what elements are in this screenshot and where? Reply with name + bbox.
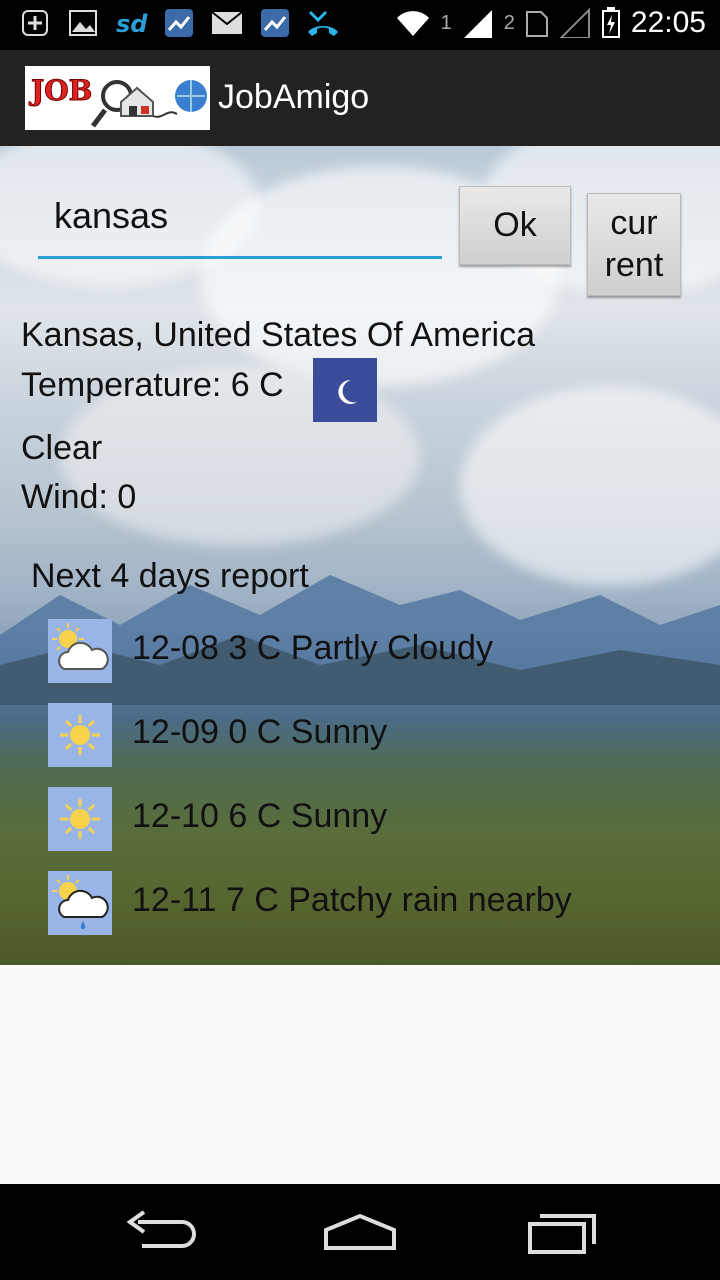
forecast-text: 12-09 0 C Sunny <box>132 713 388 751</box>
missed-call-icon <box>306 6 340 40</box>
forecast-text: 12-08 3 C Partly Cloudy <box>132 629 493 667</box>
navigation-bar <box>0 1184 720 1280</box>
chart-icon <box>258 6 292 40</box>
notification-icons: sd <box>18 6 340 40</box>
sim1-label: 1 <box>440 11 452 34</box>
add-icon <box>18 6 52 40</box>
current-button-line2: rent <box>604 246 664 284</box>
current-location-button[interactable]: cur rent <box>587 193 681 296</box>
patchy-rain-icon <box>48 871 112 935</box>
status-bar: sd 1 2 22:05 <box>0 0 720 50</box>
city-search-input[interactable] <box>38 186 444 246</box>
svg-text:sd: sd <box>116 10 148 38</box>
recent-apps-icon[interactable] <box>522 1208 602 1256</box>
forecast-item: 12-10 6 C Sunny <box>48 787 688 851</box>
signal-icon <box>559 8 590 38</box>
current-button-line1: cur <box>610 204 658 242</box>
moon-icon <box>313 358 377 422</box>
app-title: JobAmigo <box>218 78 370 116</box>
sunny-icon <box>48 787 112 851</box>
partly-cloudy-icon <box>48 619 112 683</box>
location-label: Kansas, United States Of America <box>21 316 536 354</box>
forecast-item: 12-09 0 C Sunny <box>48 703 688 767</box>
forecast-heading: Next 4 days report <box>31 557 309 595</box>
wifi-icon <box>396 11 429 36</box>
back-icon[interactable] <box>120 1208 200 1256</box>
image-icon <box>66 6 100 40</box>
forecast-item: 12-11 7 C Patchy rain nearby <box>48 871 688 935</box>
bg-cloud <box>460 386 720 586</box>
action-bar: JOB JobAmigo <box>0 50 720 146</box>
ok-button[interactable]: Ok <box>459 186 571 265</box>
weather-panel: Ok cur rent Kansas, United States Of Ame… <box>0 146 720 965</box>
battery-icon <box>601 7 620 38</box>
sunny-icon <box>48 703 112 767</box>
forecast-item: 12-08 3 C Partly Cloudy <box>48 619 688 683</box>
signal-icon <box>463 10 492 38</box>
mail-icon <box>210 6 244 40</box>
chart-icon <box>162 6 196 40</box>
forecast-text: 12-10 6 C Sunny <box>132 797 388 835</box>
city-search-field[interactable] <box>38 186 444 259</box>
forecast-text: 12-11 7 C Patchy rain nearby <box>132 881 572 919</box>
app-logo: JOB <box>25 66 210 130</box>
sd-icon: sd <box>114 6 148 40</box>
condition-label: Clear <box>21 429 103 467</box>
sim2-label: 2 <box>503 11 515 34</box>
temperature-label: Temperature: 6 C <box>21 366 284 404</box>
clock: 22:05 <box>630 6 706 39</box>
home-icon[interactable] <box>320 1208 400 1256</box>
svg-text:JOB: JOB <box>28 74 92 107</box>
wind-label: Wind: 0 <box>21 478 137 516</box>
system-indicators: 1 2 22:05 <box>395 6 706 40</box>
sim-card-icon <box>525 11 548 37</box>
